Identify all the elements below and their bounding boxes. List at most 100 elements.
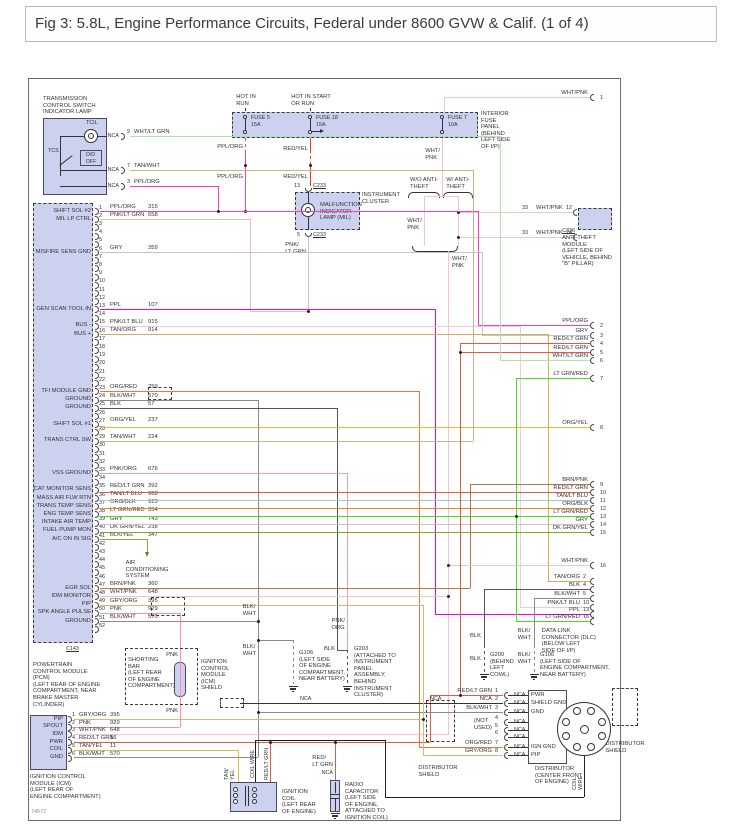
wire-pnk-lt-grn [308,237,309,311]
pcm-pin-number: 24 [99,393,105,400]
pcm-signal-label: TFI MODULE GND [41,388,91,395]
wire-coil [255,740,385,741]
distributor-cap-terminal-icon [598,732,606,740]
anti-theft-w-label: W/ ANTI- THEFT [446,177,470,190]
wire-label: 33 [522,230,528,237]
wire-ppl-org [478,211,479,325]
icm-signal-label: PWR [49,739,63,746]
ground-g203-label: G203 (ATTACHED TO INSTRUMENT PANEL ASSEM… [354,646,396,699]
icm-pin-number: 3 [72,727,75,734]
wire-nca [335,799,336,811]
edge-connector-number: 16 [600,563,606,570]
edge-wire-name: GRY [576,328,588,335]
splice-dot [307,310,310,313]
connector-label: C336 [562,228,575,235]
wire-label: RED/YEL [283,146,308,153]
edge-wire-name: GRY [576,517,588,524]
wire-label: WHT/PNK [536,205,563,212]
ground-symbol [334,818,337,819]
wire-label: NCA [108,167,119,174]
wire-nca [331,794,339,795]
wire-label: 33 [522,205,528,212]
distributor-pin-number: 1 [495,688,498,695]
wire-blk-wht [74,757,258,758]
pcm-circuit-number: 392 [148,483,158,490]
pcm-pin-number: 21 [99,369,105,376]
edge-connector-number: 3 [600,333,603,340]
wire-label: BLK/ WHT [518,652,531,665]
splice-dot [447,595,450,598]
anti-theft-module-box [578,208,612,230]
wire-label: PNK [166,708,178,715]
icm-pin-number: 5 [72,743,75,750]
pcm-circuit-number: 915 [148,319,158,326]
fuse-arrow-icon [320,129,326,133]
icm-circuit-number: 570 [110,751,120,758]
icm-pin-number: 1 [72,712,75,719]
wire-gry-org [423,755,503,756]
distributor-pin-number: 2 [495,696,498,703]
pin-connector [590,611,594,618]
edge-connector-number: 12 [600,506,606,513]
wire-nca [310,108,311,112]
page: { "title": "Fig 3: 5.8L, Engine Performa… [0,0,741,835]
wire-red-lt-grn [74,742,430,743]
ignition-coil-label: IGNITION COIL (LEFT REAR OF ENGINE) [282,789,316,815]
pcm-wire-name: WHT/PNK [110,589,137,596]
fuse-name: FUSE 5 [251,115,270,122]
pcm-pin-number: 32 [99,459,105,466]
wire-shield-box [151,597,185,616]
wire-nca [248,786,249,806]
wire-wht-pnk [458,237,573,238]
coil-wire-label: COIL WIRE [250,750,256,778]
wire-red-lt-grn [460,343,461,695]
pin-connector [590,521,594,528]
not-used-label: (NOT USED) [474,718,492,731]
wire-lt-grn-red [516,378,517,621]
pin-connector [590,340,594,347]
wire-wht-pnk [448,565,590,566]
coil-wire-label: COIL WIRE [572,776,584,790]
edge-connector-number: 8 [600,425,603,432]
edge-connector-number: 2 [600,323,603,330]
splice-dot [257,711,260,714]
wire-label: PPL/ORG [217,144,243,151]
pcm-signal-label: INTAKE AIR TEMP [42,519,91,526]
pcm-pin-number: 18 [99,344,105,351]
wire-ppl-org [218,186,219,211]
pin-connector [590,497,594,504]
coil-winding-icon [252,799,257,804]
distributor-shield-box [426,700,455,742]
wire-blk [484,645,485,672]
wire-tan-wht [473,170,474,441]
wire-label: BLK [470,633,481,640]
wire-wht-pnk [442,138,443,196]
wire-nca [240,703,503,704]
pcm-circuit-number: 658 [148,212,158,219]
wire-pnk [180,662,181,697]
wire-blk-wht [258,712,503,713]
connector-label: C233 [313,183,326,190]
splice-dot [447,564,450,567]
pcm-wire-name: BLK/WHT [110,393,136,400]
pcm-wire-name: PNK [110,606,122,613]
edge-wire-name: DK GRN/YEL [553,525,588,532]
wire-label: BLK/ WHT [518,628,531,641]
coil-winding-icon [252,787,257,792]
pcm-pin-number: 3 [99,221,102,228]
splice-dot [422,718,425,721]
icm-wire-name: RED/LT GRN [79,735,114,742]
fuse-panel-label: INTERIOR FUSE PANEL (BEHIND LEFT SIDE OF… [481,111,510,151]
distributor-cap-terminal-icon [598,718,606,726]
wire-label: NCA [108,183,119,190]
edge-connector-number: 10 [600,490,606,497]
edge-wire-name: RED/LT GRN [553,485,588,492]
edge-wire-name: WHT/PNK [561,558,588,565]
pcm-pin-number: 15 [99,319,105,326]
icm-pin-number: 6 [72,751,75,758]
wire-ppl [100,309,435,310]
pcm-pin-number: 49 [99,598,105,605]
icm-circuit-number: 16 [110,735,116,742]
wire-label: TAN/WHT [134,163,160,170]
wire-wht-lt-grn [500,360,590,361]
